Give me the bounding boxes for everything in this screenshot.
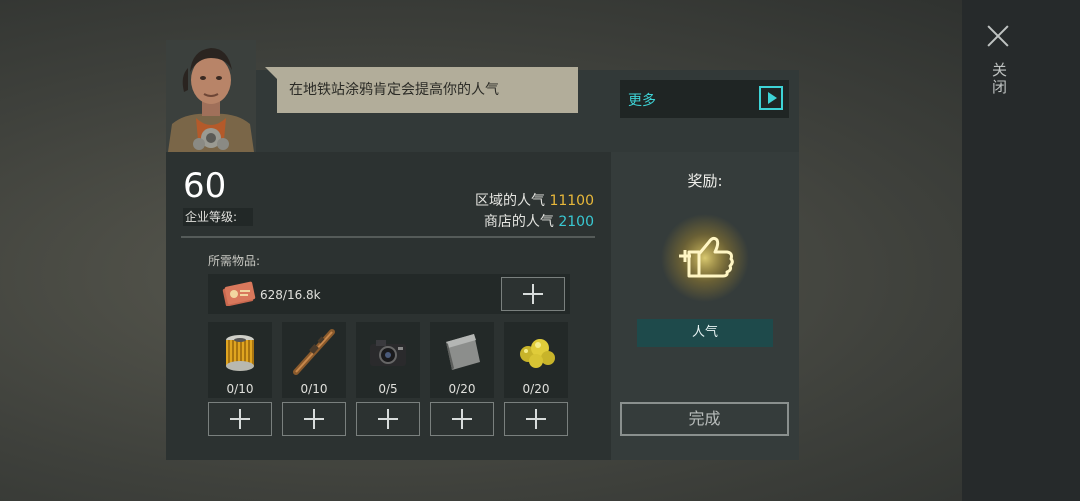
item-count: 0/20 [522,382,550,396]
complete-button[interactable]: 完成 [620,402,789,436]
graffiti-ticket-icon [222,281,256,306]
close-button[interactable]: 关闭 [980,20,1016,104]
npc-speech-bubble: 在地铁站涂鸦肯定会提高你的人气 [265,67,578,113]
wooden-stick-icon [293,329,335,375]
area-popularity-label: 区域的人气 [475,193,545,209]
item-count: 0/10 [300,382,328,396]
required-items-label: 所需物品: [208,254,261,268]
main-item-count: 628/16.8k [260,288,321,302]
item-count: 0/10 [226,382,254,396]
divider [181,236,595,238]
area-popularity-value: 11100 [549,193,594,209]
add-item-button[interactable] [282,402,346,436]
more-label: 更多 [628,93,656,109]
add-item-button[interactable] [504,402,568,436]
add-item-button[interactable] [356,402,420,436]
oil-filter-icon [226,335,254,371]
shop-popularity-label: 商店的人气 [483,214,554,230]
add-item-button[interactable] [208,402,272,436]
gold-nuggets-icon [520,339,555,368]
item-slot: 0/10 [208,322,272,398]
area-popularity: 区域的人气 11100 [475,190,594,210]
shop-popularity: 商店的人气 2100 [484,211,594,231]
play-icon [759,86,783,110]
shop-popularity-value: 2100 [558,214,594,230]
metal-plate-icon [446,334,480,370]
business-level-label: 企业等级: [183,208,253,226]
item-count: 0/5 [378,382,398,396]
popularity-thumbs-up-icon [661,214,749,302]
more-button[interactable]: 更多 [620,80,789,118]
close-icon [986,24,1010,48]
business-level-value: 60 [183,166,227,206]
reward-popularity-badge: 人气 [637,319,773,347]
add-item-button[interactable] [430,402,494,436]
camera-icon [370,340,406,366]
item-count: 0/20 [448,382,476,396]
item-slot: 0/20 [430,322,494,398]
add-main-item-button[interactable] [501,277,565,311]
item-slot: 0/10 [282,322,346,398]
main-required-item: 628/16.8k [208,274,570,314]
reward-title: 奖励: [687,172,723,190]
item-slot: 0/5 [356,322,420,398]
close-label: 关闭 [990,62,1008,96]
item-slot: 0/20 [504,322,568,398]
npc-portrait [166,40,256,152]
